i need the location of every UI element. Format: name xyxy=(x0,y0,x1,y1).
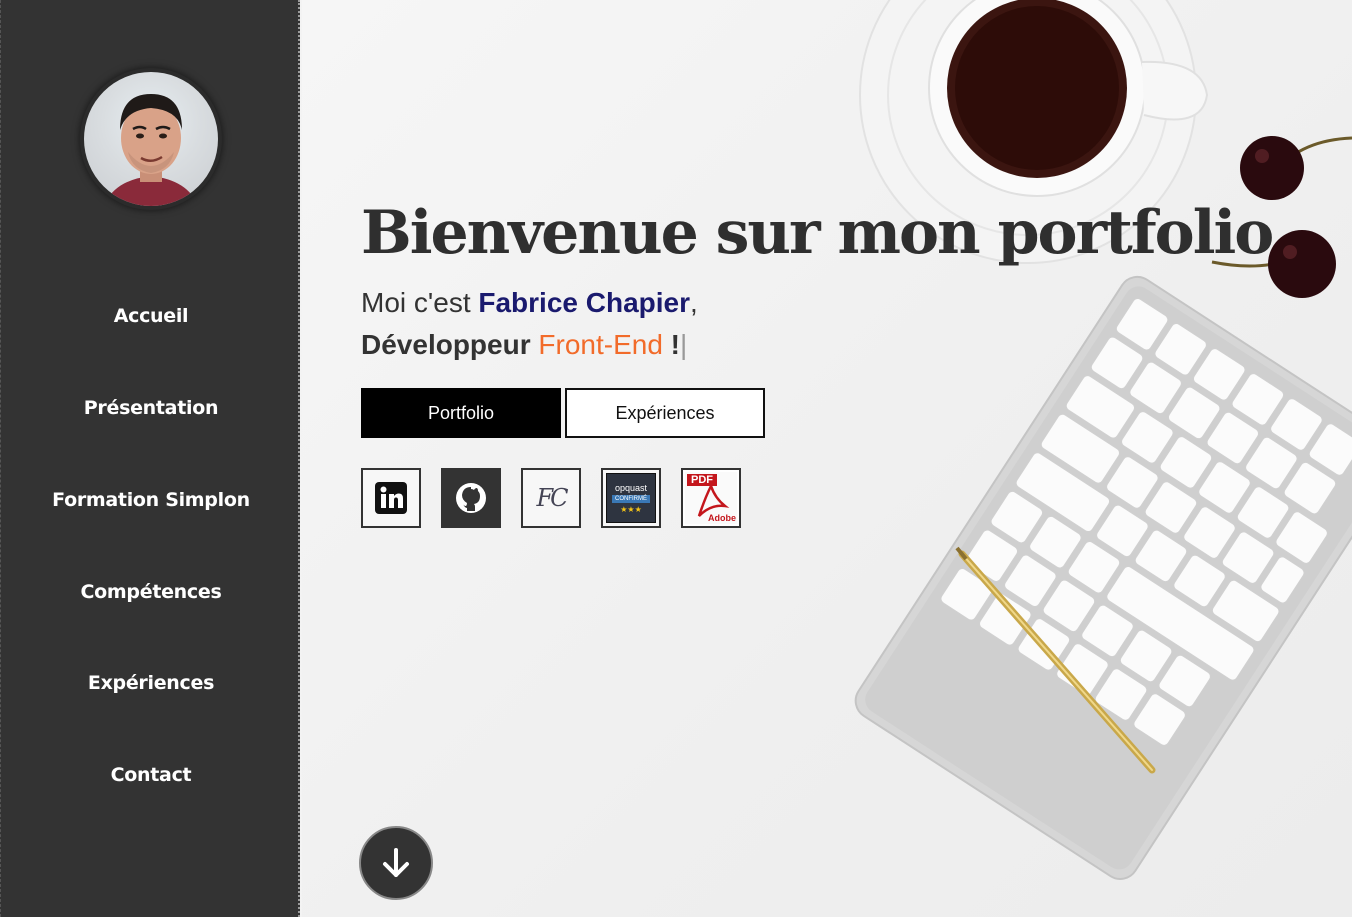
sidebar: Accueil Présentation Formation Simplon C… xyxy=(0,0,300,917)
linkedin-link[interactable] xyxy=(361,468,421,528)
pdf-cv-link[interactable]: PDF Adobe xyxy=(681,468,741,528)
sidebar-item-competences[interactable]: Compétences xyxy=(1,581,301,603)
opquast-link[interactable]: opquast CONFIRMÉ ★★★ xyxy=(601,468,661,528)
scroll-down-button[interactable] xyxy=(359,826,433,900)
page-title: Bienvenue sur mon portfolio xyxy=(361,198,1274,268)
role-text: Front-End xyxy=(538,329,663,360)
linkedin-icon xyxy=(375,482,407,514)
owner-name: Fabrice Chapier xyxy=(478,287,691,318)
opquast-badge-icon: opquast CONFIRMÉ ★★★ xyxy=(606,473,656,523)
github-link[interactable] xyxy=(441,468,501,528)
avatar xyxy=(80,68,222,210)
sidebar-item-contact[interactable]: Contact xyxy=(1,764,301,786)
sidebar-item-accueil[interactable]: Accueil xyxy=(1,305,301,327)
pdf-cv-icon: PDF Adobe xyxy=(685,472,737,524)
sidebar-item-presentation[interactable]: Présentation xyxy=(1,397,301,419)
typing-cursor: | xyxy=(680,329,688,360)
sidebar-item-experiences[interactable]: Expériences xyxy=(1,672,301,694)
intro-line: Moi c'est Fabrice Chapier, xyxy=(361,287,698,319)
arrow-down-icon xyxy=(383,848,409,877)
experiences-button[interactable]: Expériences xyxy=(565,388,765,438)
hero-section: Bienvenue sur mon portfolio Moi c'est Fa… xyxy=(302,0,1352,917)
role-prefix: Développeur xyxy=(361,329,539,360)
role-suffix: ! xyxy=(662,329,680,360)
adobe-label: Adobe xyxy=(708,513,736,523)
opquast-stars: ★★★ xyxy=(620,504,642,514)
avatar-photo xyxy=(84,72,218,206)
github-icon xyxy=(456,483,486,513)
background-desk-image xyxy=(854,0,1352,880)
sidebar-item-formation-simplon[interactable]: Formation Simplon xyxy=(1,489,301,511)
fc-site-link[interactable]: FC xyxy=(521,468,581,528)
opquast-label: opquast xyxy=(614,482,648,493)
role-line: Développeur Front-End !| xyxy=(361,329,687,361)
portfolio-button[interactable]: Portfolio xyxy=(361,388,561,438)
opquast-level: CONFIRMÉ xyxy=(612,494,650,503)
intro-suffix: , xyxy=(690,287,698,318)
intro-prefix: Moi c'est xyxy=(361,287,479,318)
fc-monogram-icon: FC xyxy=(536,484,568,512)
